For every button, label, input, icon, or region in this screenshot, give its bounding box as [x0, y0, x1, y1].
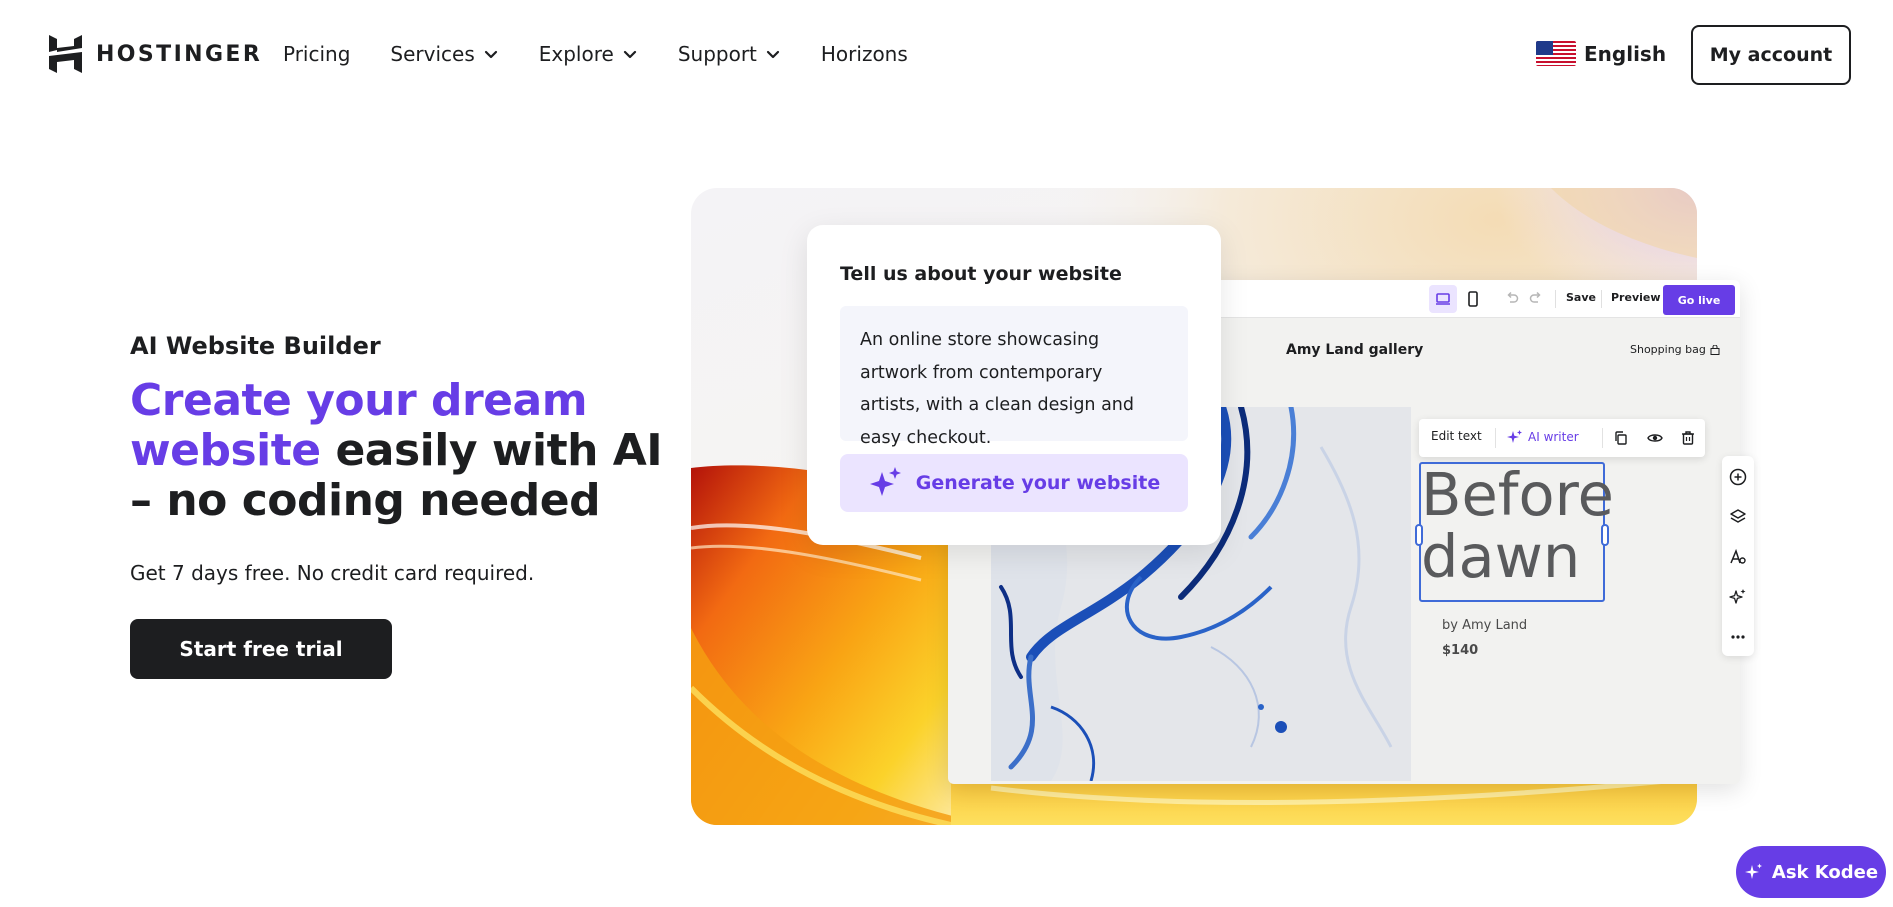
toolbar-divider [1602, 428, 1603, 448]
nav-services[interactable]: Services [390, 42, 498, 66]
chevron-down-icon [766, 50, 779, 59]
trash-icon[interactable] [1680, 430, 1696, 446]
chevron-down-icon [623, 50, 636, 59]
layers-icon[interactable] [1729, 508, 1747, 526]
nav-support-label: Support [677, 42, 757, 66]
mobile-icon [1468, 291, 1478, 307]
side-toolbar [1722, 456, 1754, 656]
desktop-icon [1436, 293, 1450, 305]
more-icon[interactable] [1729, 628, 1747, 646]
typography-icon[interactable] [1729, 548, 1747, 566]
sparkle-icon [1507, 430, 1522, 443]
artwork-price: $140 [1442, 643, 1479, 658]
hostinger-logo-icon [49, 35, 82, 73]
generate-website-button[interactable]: Generate your website [840, 454, 1188, 512]
toolbar-divider [1555, 290, 1556, 308]
hostinger-logo[interactable]: HOSTINGER [49, 35, 262, 73]
sparkle-icon [869, 467, 901, 496]
nav-pricing[interactable]: Pricing [283, 42, 350, 66]
artwork-artist: by Amy Land [1442, 618, 1528, 633]
toolbar-divider [1601, 290, 1602, 308]
save-button[interactable]: Save [1566, 291, 1596, 304]
start-free-trial-button[interactable]: Start free trial [130, 619, 392, 679]
generate-website-label: Generate your website [915, 472, 1161, 494]
ask-kodee-label: Ask Kodee [1771, 861, 1879, 883]
edit-text-button[interactable]: Edit text [1431, 429, 1482, 443]
shopping-bag-label: Shopping bag [1630, 343, 1706, 356]
nav-pricing-label: Pricing [283, 42, 351, 66]
brand-name: HOSTINGER [96, 41, 263, 67]
ai-writer-button[interactable]: AI writer [1507, 429, 1579, 445]
ai-writer-label: AI writer [1528, 430, 1579, 444]
prompt-card: Tell us about your website An online sto… [807, 225, 1221, 545]
language-label: English [1584, 41, 1667, 66]
text-toolbar: Edit text AI writer [1419, 419, 1705, 457]
shopping-bag-icon [1710, 344, 1720, 355]
shopping-bag-link[interactable]: Shopping bag [1630, 343, 1720, 356]
us-flag-icon [1536, 41, 1576, 66]
redo-icon[interactable] [1528, 290, 1544, 306]
hero-eyebrow: AI Website Builder [130, 332, 381, 360]
site-title: Amy Land gallery [1286, 342, 1424, 358]
ask-kodee-button[interactable]: Ask Kodee [1736, 846, 1886, 898]
desktop-view-button[interactable] [1429, 285, 1457, 313]
site-header: HOSTINGER Pricing Services Explore Suppo… [0, 0, 1893, 110]
preview-button[interactable]: Preview [1611, 291, 1661, 304]
kodee-icon [1744, 863, 1762, 879]
mobile-view-button[interactable] [1459, 285, 1487, 313]
chevron-down-icon [484, 50, 497, 59]
artwork-title[interactable]: Before dawn [1421, 464, 1621, 588]
hero-subtext: Get 7 days free. No credit card required… [130, 561, 535, 585]
language-selector[interactable]: English [1536, 41, 1666, 66]
eye-icon[interactable] [1647, 430, 1663, 446]
nav-horizons-label: Horizons [820, 42, 908, 66]
edit-text-label: Edit text [1431, 429, 1482, 443]
undo-icon[interactable] [1504, 290, 1520, 306]
main-nav: Pricing Services Explore Support Horizon… [283, 42, 948, 66]
go-live-button[interactable]: Go live [1663, 285, 1735, 315]
copy-icon[interactable] [1613, 430, 1629, 446]
nav-explore-label: Explore [538, 42, 614, 66]
nav-horizons[interactable]: Horizons [821, 42, 908, 66]
website-description-input[interactable]: An online store showcasing artwork from … [840, 306, 1188, 448]
ai-sparkle-icon[interactable] [1729, 588, 1747, 606]
prompt-card-title: Tell us about your website [840, 263, 1122, 285]
my-account-button[interactable]: My account [1691, 25, 1851, 85]
hero-headline: Create your dream website easily with AI… [130, 376, 690, 526]
toolbar-divider [1495, 428, 1496, 448]
plus-circle-icon[interactable] [1729, 468, 1747, 486]
nav-services-label: Services [390, 42, 475, 66]
nav-explore[interactable]: Explore [539, 42, 638, 66]
nav-support[interactable]: Support [678, 42, 781, 66]
